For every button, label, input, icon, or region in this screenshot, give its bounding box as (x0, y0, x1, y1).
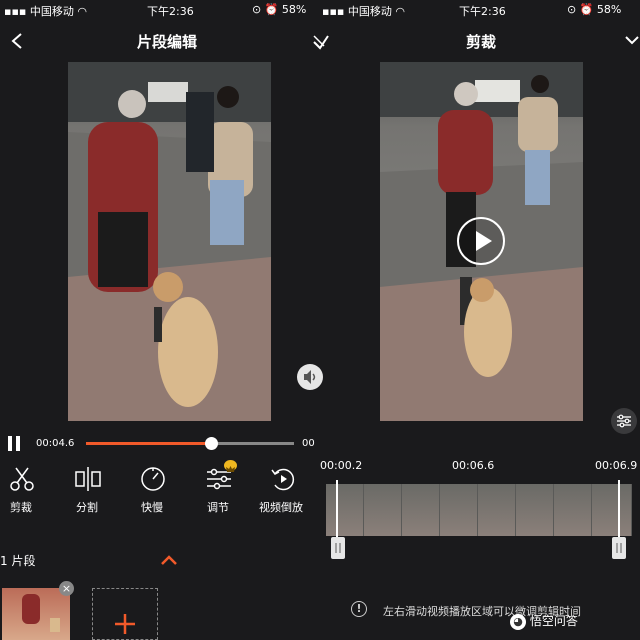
timeline-frame (440, 484, 478, 536)
clip-count: 1 片段 (0, 554, 36, 568)
trim-end-handle[interactable] (612, 537, 626, 559)
clip-thumbnail-image (22, 594, 60, 632)
page-title: 片段编辑 (137, 33, 198, 51)
video-preview[interactable] (68, 62, 271, 421)
remove-clip-button[interactable]: × (59, 581, 74, 596)
timeline-mid-time: 00:06.6 (452, 459, 495, 472)
timeline-end-time: 00:06.9 (595, 459, 638, 472)
left-status-right: ⊙ ⏰ 58% (252, 3, 306, 16)
wifi-icon: ◠ (395, 5, 405, 18)
clip-thumbnail[interactable] (2, 588, 70, 640)
tool-reverse-label[interactable]: 视频倒放 (259, 499, 303, 515)
close-icon: × (61, 582, 72, 595)
collapse-icon (313, 35, 329, 50)
trim-start-line (336, 480, 338, 540)
chevron-down-icon (625, 36, 639, 45)
play-icon (476, 231, 492, 251)
reverse-icon (271, 468, 295, 491)
timeline-frame (326, 484, 364, 536)
alarm-icon: ⏰ (264, 3, 279, 16)
scissors-icon (10, 467, 34, 491)
sliders-icon (617, 414, 631, 428)
vip-crown-icon (224, 460, 237, 472)
settings-button[interactable] (611, 408, 637, 434)
wukong-logo-icon: ◕ (510, 614, 526, 630)
right-status-right: ⊙ ⏰ 58% (567, 3, 621, 16)
tool-cut-label[interactable]: 剪裁 (10, 499, 32, 515)
mute-button[interactable] (297, 364, 323, 390)
rotation-lock-icon: ⊙ (567, 3, 577, 16)
status-time: 下午2:36 (147, 5, 194, 18)
timeline-frame (364, 484, 402, 536)
signal-icon: ▪▪▪ (4, 5, 27, 18)
chevron-left-icon (11, 33, 22, 49)
collapse-button[interactable] (310, 30, 332, 52)
back-button[interactable] (8, 30, 28, 52)
timeline-frame (554, 484, 592, 536)
battery-label: 58% (596, 3, 622, 16)
plus-icon (115, 614, 135, 634)
reverse-tool[interactable] (270, 466, 298, 492)
rotation-lock-icon: ⊙ (252, 3, 262, 16)
carrier-label: 中国移动 (347, 5, 392, 18)
watermark: ◕ 悟空问答 (510, 612, 578, 630)
progress-fill (86, 442, 211, 445)
timeline-start-time: 00:00.2 (320, 459, 363, 472)
play-button[interactable] (457, 217, 505, 265)
grip-icon (616, 543, 622, 553)
trim-start-handle[interactable] (331, 537, 345, 559)
current-time: 00:04.6 (36, 438, 75, 449)
trim-end-line (618, 480, 620, 540)
battery-label: 58% (281, 3, 307, 16)
end-time: 00 (302, 438, 315, 449)
right-status-bar: ▪▪▪ 中国移动 ◠ (322, 3, 405, 19)
progress-handle[interactable] (204, 437, 218, 450)
timeline-frame (516, 484, 554, 536)
wifi-icon: ◠ (77, 5, 87, 18)
pause-icon (8, 436, 20, 451)
video-frame-image (68, 62, 271, 421)
grip-icon (335, 543, 341, 553)
carrier-label: 中国移动 (29, 5, 74, 18)
left-status-bar: ▪▪▪ 中国移动 ◠ (4, 3, 87, 19)
pause-button[interactable] (6, 434, 24, 454)
speaker-icon (304, 370, 316, 384)
chevron-up-icon (161, 555, 177, 565)
timeline-frame (478, 484, 516, 536)
watermark-text: 悟空问答 (529, 614, 578, 628)
split-icon (75, 467, 101, 491)
timeline-frame (592, 484, 632, 536)
speed-tool[interactable] (139, 466, 167, 492)
tool-split-label[interactable]: 分割 (76, 499, 98, 515)
status-time: 下午2:36 (459, 5, 506, 18)
timeline-frame (402, 484, 440, 536)
confirm-button[interactable] (623, 32, 640, 48)
page-title: 剪裁 (466, 33, 497, 51)
expand-clips-button[interactable] (160, 551, 178, 565)
tool-adjust-label[interactable]: 调节 (207, 499, 229, 515)
info-icon: ! (351, 601, 367, 617)
tool-speed-label[interactable]: 快慢 (141, 499, 163, 515)
progress-track[interactable] (86, 442, 294, 445)
timeline-strip[interactable] (326, 484, 632, 536)
add-clip-button[interactable] (92, 588, 158, 640)
split-tool[interactable] (74, 466, 102, 492)
cut-tool-icon-wrap[interactable] (8, 466, 36, 492)
speed-icon (141, 467, 165, 491)
signal-icon: ▪▪▪ (322, 5, 345, 18)
alarm-icon: ⏰ (579, 3, 594, 16)
